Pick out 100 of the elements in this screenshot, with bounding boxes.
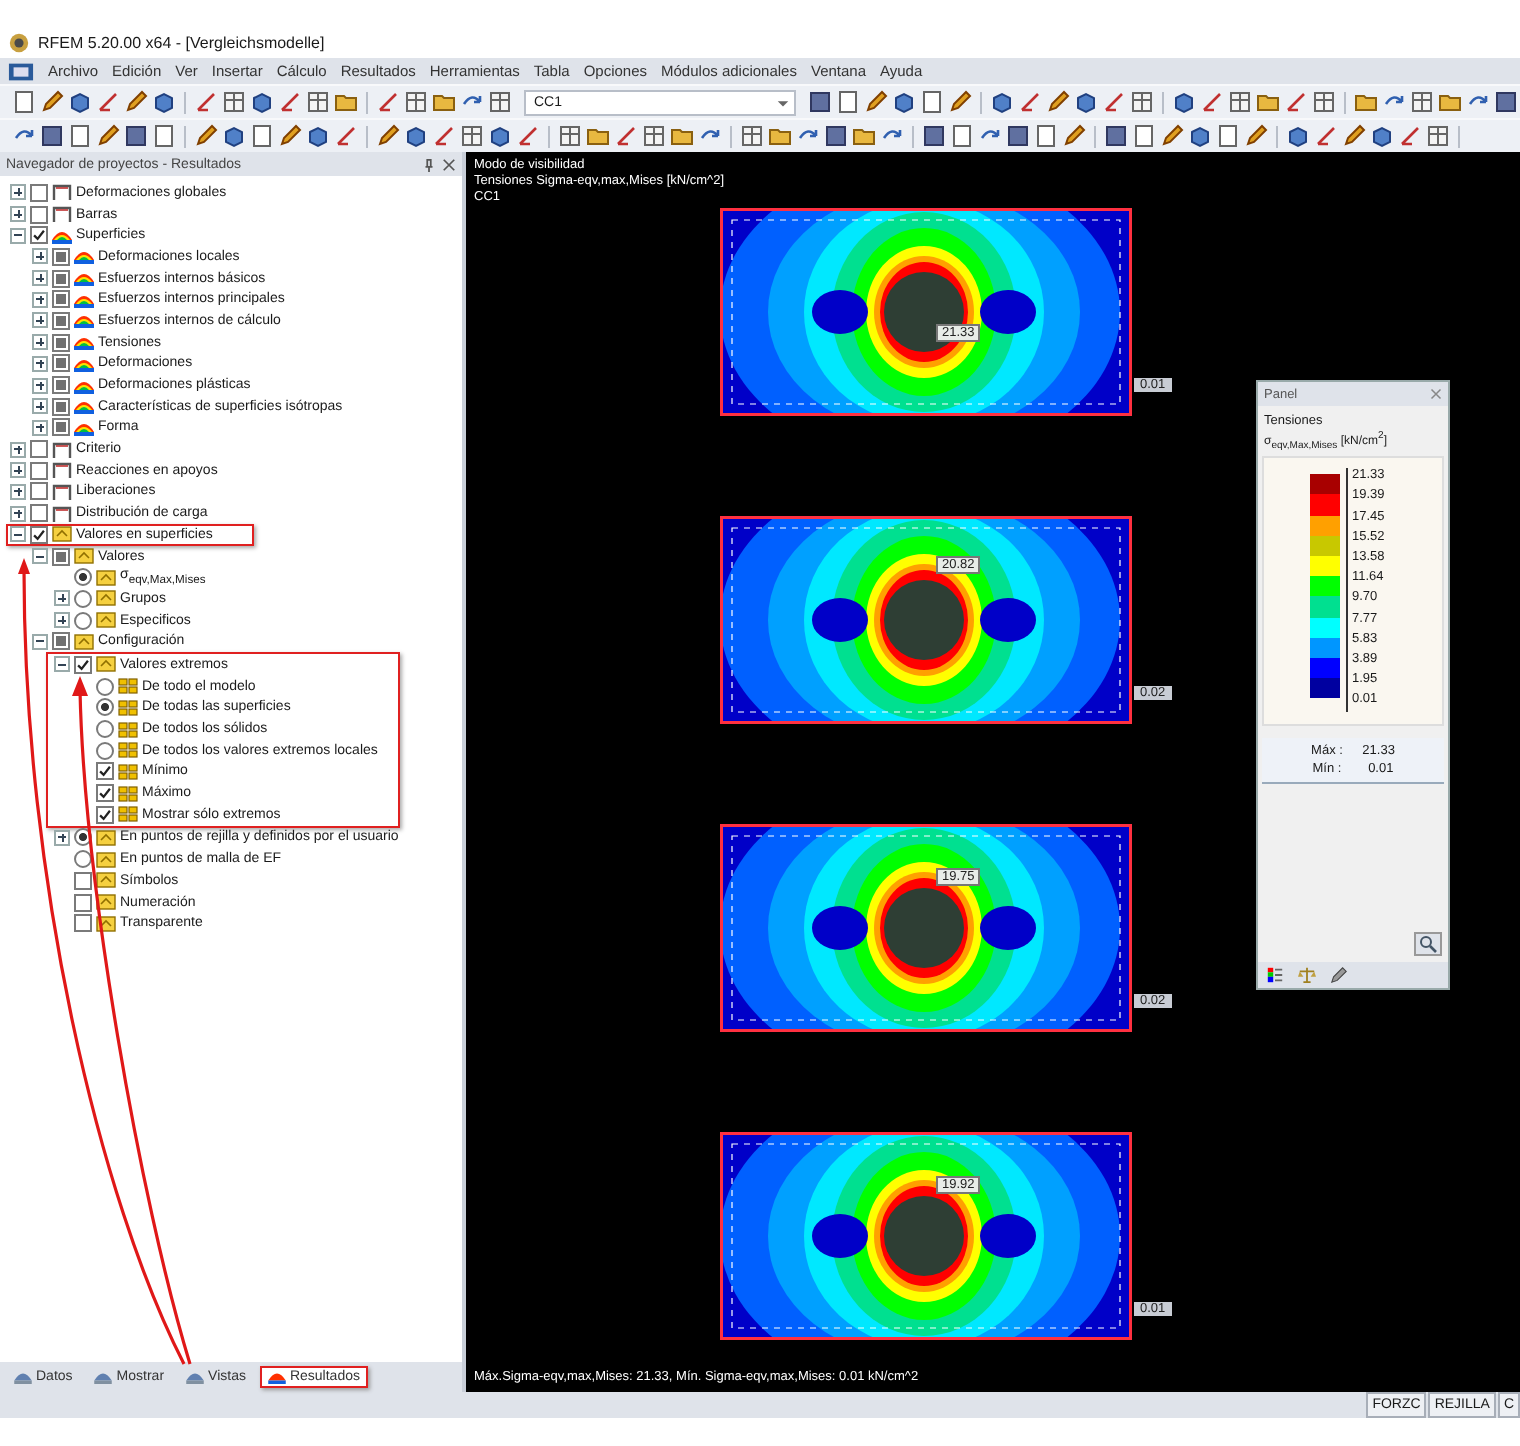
radio-button[interactable]: [74, 589, 92, 608]
pencil-icon[interactable]: [1062, 124, 1086, 148]
close-icon[interactable]: [442, 157, 456, 171]
document-icon[interactable]: [920, 90, 944, 114]
expand-toggle[interactable]: [10, 462, 26, 479]
expand-toggle[interactable]: [54, 656, 70, 673]
folder-icon[interactable]: [670, 124, 694, 148]
cube-icon[interactable]: [68, 90, 92, 114]
checkbox[interactable]: [74, 893, 92, 912]
pencil-icon[interactable]: [864, 90, 888, 114]
expand-toggle[interactable]: [10, 184, 26, 201]
table-icon[interactable]: [1130, 90, 1154, 114]
pencil-icon[interactable]: [124, 90, 148, 114]
table-icon[interactable]: [306, 90, 330, 114]
checkbox[interactable]: [52, 632, 70, 651]
document-icon[interactable]: [68, 124, 92, 148]
pencil-icon[interactable]: [948, 90, 972, 114]
folder-icon[interactable]: [1256, 90, 1280, 114]
document-icon[interactable]: [1216, 124, 1240, 148]
checkbox[interactable]: [52, 418, 70, 437]
expand-toggle[interactable]: [32, 398, 48, 415]
cube-icon[interactable]: [1286, 124, 1310, 148]
expand-toggle[interactable]: [54, 590, 70, 607]
checkbox[interactable]: [30, 504, 48, 523]
pencil-icon[interactable]: [194, 124, 218, 148]
radio-button[interactable]: [74, 568, 92, 587]
table-icon[interactable]: [1426, 124, 1450, 148]
table-icon[interactable]: [740, 124, 764, 148]
expand-toggle[interactable]: [32, 334, 48, 351]
table-icon[interactable]: [1312, 90, 1336, 114]
checkbox[interactable]: [30, 440, 48, 459]
checkbox[interactable]: [52, 269, 70, 288]
pencil-icon[interactable]: [1244, 124, 1268, 148]
checkbox[interactable]: [30, 461, 48, 480]
document-icon[interactable]: [1132, 124, 1156, 148]
folder-icon[interactable]: [1438, 90, 1462, 114]
pencil-icon[interactable]: [96, 124, 120, 148]
pencil-icon[interactable]: [1046, 90, 1070, 114]
folder-icon[interactable]: [586, 124, 610, 148]
cube-icon[interactable]: [1172, 90, 1196, 114]
pencil-icon[interactable]: [278, 124, 302, 148]
checkbox[interactable]: [52, 333, 70, 352]
close-icon[interactable]: [1430, 388, 1442, 400]
folder-icon[interactable]: [334, 90, 358, 114]
radio-button[interactable]: [96, 677, 114, 696]
pencil-icon[interactable]: [1160, 124, 1184, 148]
document-icon[interactable]: [250, 124, 274, 148]
folder-icon[interactable]: [432, 90, 456, 114]
cube-icon[interactable]: [1370, 124, 1394, 148]
radio-button[interactable]: [96, 698, 114, 717]
cube-icon[interactable]: [892, 90, 916, 114]
table-icon[interactable]: [642, 124, 666, 148]
expand-toggle[interactable]: [32, 291, 48, 308]
radio-button[interactable]: [74, 611, 92, 630]
pencil-icon[interactable]: [376, 124, 400, 148]
checkbox[interactable]: [52, 376, 70, 395]
table-icon[interactable]: [1410, 90, 1434, 114]
checkbox[interactable]: [96, 762, 114, 781]
table-icon[interactable]: [222, 90, 246, 114]
checkbox[interactable]: [30, 482, 48, 501]
document-icon[interactable]: [1034, 124, 1058, 148]
expand-toggle[interactable]: [10, 526, 26, 543]
cube-icon[interactable]: [250, 90, 274, 114]
checkbox[interactable]: [74, 655, 92, 674]
checkbox[interactable]: [74, 914, 92, 933]
checkbox[interactable]: [52, 547, 70, 566]
expand-toggle[interactable]: [10, 505, 26, 522]
checkbox[interactable]: [96, 784, 114, 803]
expand-toggle[interactable]: [32, 355, 48, 372]
checkbox[interactable]: [74, 871, 92, 890]
checkbox[interactable]: [52, 354, 70, 373]
radio-button[interactable]: [96, 720, 114, 739]
table-icon[interactable]: [488, 90, 512, 114]
pencil-icon[interactable]: [1342, 124, 1366, 148]
expand-toggle[interactable]: [10, 227, 26, 244]
document-icon[interactable]: [152, 124, 176, 148]
radio-button[interactable]: [74, 850, 92, 869]
expand-toggle[interactable]: [32, 248, 48, 265]
cube-icon[interactable]: [306, 124, 330, 148]
checkbox[interactable]: [52, 290, 70, 309]
checkbox[interactable]: [96, 805, 114, 824]
cube-icon[interactable]: [1188, 124, 1212, 148]
expand-toggle[interactable]: [10, 206, 26, 223]
balance-icon[interactable]: [1298, 966, 1316, 984]
folder-icon[interactable]: [768, 124, 792, 148]
expand-toggle[interactable]: [32, 633, 48, 650]
table-icon[interactable]: [404, 90, 428, 114]
folder-icon[interactable]: [1354, 90, 1378, 114]
expand-toggle[interactable]: [32, 270, 48, 287]
cube-icon[interactable]: [1074, 90, 1098, 114]
folder-icon[interactable]: [852, 124, 876, 148]
checkbox[interactable]: [30, 183, 48, 202]
pencil-icon[interactable]: [40, 90, 64, 114]
checkbox[interactable]: [52, 247, 70, 266]
expand-toggle[interactable]: [10, 483, 26, 500]
cube-icon[interactable]: [488, 124, 512, 148]
table-icon[interactable]: [460, 124, 484, 148]
expand-toggle[interactable]: [32, 377, 48, 394]
document-icon[interactable]: [836, 90, 860, 114]
color-scale-icon[interactable]: [1266, 966, 1284, 984]
